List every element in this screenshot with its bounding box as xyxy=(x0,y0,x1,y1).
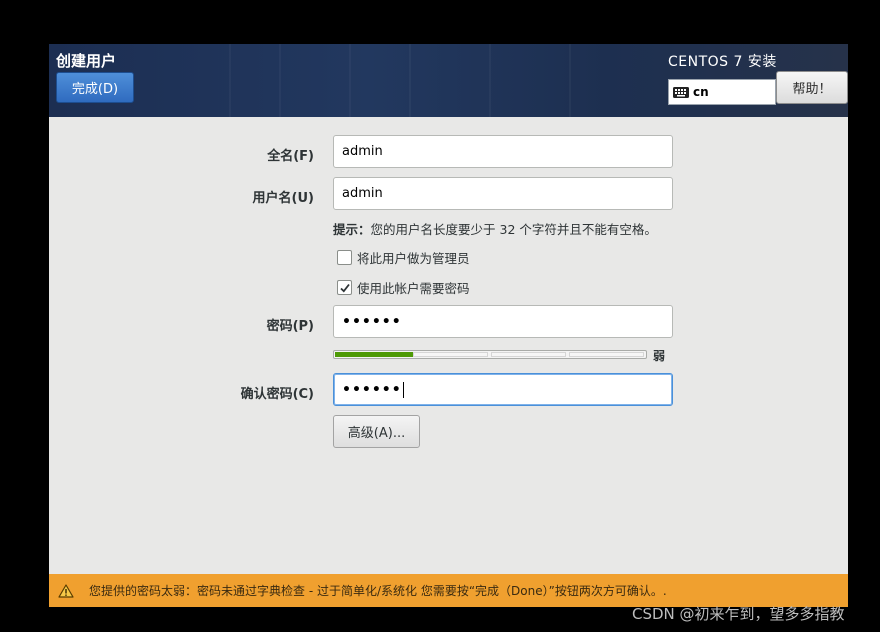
keyboard-layout-label: cn xyxy=(693,85,709,99)
installer-window: 创建用户 完成(D) CENTOS 7 安装 cn 帮助！ 全名(F) admi… xyxy=(49,44,848,607)
confirm-password-label: 确认密码(C) xyxy=(240,387,314,402)
password-input[interactable]: •••••• xyxy=(333,305,673,338)
product-title: CENTOS 7 安装 xyxy=(668,54,777,70)
page-title: 创建用户 xyxy=(56,52,117,70)
admin-checkbox-row[interactable]: 将此用户做为管理员 xyxy=(337,248,470,267)
hint-text: 您的用户名长度要少于 32 个字符并且不能有空格。 xyxy=(370,222,657,237)
password-label: 密码(P) xyxy=(266,319,314,334)
warning-icon xyxy=(58,583,74,598)
keyboard-layout-indicator[interactable]: cn xyxy=(668,79,776,105)
keyboard-icon xyxy=(673,86,689,98)
username-value: admin xyxy=(342,186,383,201)
fullname-input[interactable]: admin xyxy=(333,135,673,168)
confirm-password-input[interactable]: •••••• xyxy=(333,373,673,406)
checkmark-icon xyxy=(339,283,350,293)
advanced-button[interactable]: 高级(A)... xyxy=(333,415,420,448)
fullname-label: 全名(F) xyxy=(267,149,314,164)
require-password-checkbox-row[interactable]: 使用此帐户需要密码 xyxy=(337,278,470,297)
text-caret xyxy=(402,381,404,398)
require-password-label: 使用此帐户需要密码 xyxy=(357,281,470,296)
admin-checkbox[interactable] xyxy=(337,250,352,265)
username-input[interactable]: admin xyxy=(333,177,673,210)
username-hint: 提示：您的用户名长度要少于 32 个字符并且不能有空格。 xyxy=(333,219,657,238)
hint-prefix: 提示： xyxy=(333,222,371,237)
password-strength-fill xyxy=(335,352,413,357)
warning-text: 您提供的密码太弱：密码未通过字典检查 - 过于简单化/系统化 您需要按“完成（D… xyxy=(89,584,667,598)
password-value: •••••• xyxy=(342,313,402,330)
username-label: 用户名(U) xyxy=(252,191,314,206)
done-button[interactable]: 完成(D) xyxy=(56,72,134,103)
admin-checkbox-label: 将此用户做为管理员 xyxy=(357,251,470,266)
fullname-value: admin xyxy=(342,144,383,159)
require-password-checkbox[interactable] xyxy=(337,280,352,295)
watermark-text: CSDN @初来乍到，望多多指教 xyxy=(632,605,845,623)
help-button[interactable]: 帮助！ xyxy=(776,71,848,104)
password-strength-label: 弱 xyxy=(653,349,666,363)
confirm-password-value: •••••• xyxy=(342,381,402,398)
password-strength-bar xyxy=(333,350,647,359)
header-bar: 创建用户 完成(D) CENTOS 7 安装 cn 帮助！ xyxy=(49,44,848,117)
